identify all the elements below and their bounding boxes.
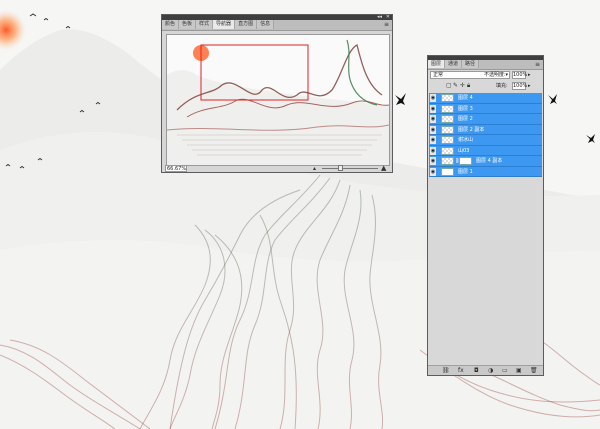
tab-layers[interactable]: 图层 bbox=[428, 60, 446, 68]
visibility-eye-icon[interactable]: ◉ bbox=[430, 104, 436, 113]
link-icon[interactable]: ⛓ bbox=[442, 366, 450, 375]
layers-tab-bar: 图层 通道 路径 ≡ bbox=[428, 60, 543, 70]
navigator-tab-bar: 颜色 色板 样式 导航器 直方图 信息 ≡ bbox=[162, 20, 392, 31]
layer-row[interactable]: ◉ 谢冰山 bbox=[429, 135, 542, 146]
tab-paths[interactable]: 路径 bbox=[462, 60, 480, 68]
layer-name: 图层 2 副本 bbox=[458, 126, 485, 133]
lock-position-icon[interactable]: ✛ bbox=[460, 81, 465, 91]
navigator-panel: ◂◂ ✕ 颜色 色板 样式 导航器 直方图 信息 ≡ 66.67% ▴ ▲ bbox=[161, 14, 393, 173]
lock-all-icon[interactable]: 🔒︎ bbox=[467, 81, 470, 91]
layer-mask-thumbnail[interactable] bbox=[459, 157, 472, 165]
layer-thumbnail bbox=[441, 104, 454, 113]
layer-name: 图层 4 bbox=[458, 95, 473, 101]
layer-thumbnail bbox=[441, 146, 454, 155]
layers-panel: 图层 通道 路径 ≡ 正常 ▾ 不透明度: 100% ▸ ▢ ✎ ✛ 🔒︎ 填充: … bbox=[427, 55, 544, 376]
zoom-slider-track[interactable] bbox=[322, 168, 378, 169]
layer-thumbnail bbox=[441, 136, 454, 144]
lock-fill-row: ▢ ✎ ✛ 🔒︎ 填充: 100% ▸ bbox=[428, 81, 543, 91]
layer-thumbnail bbox=[441, 157, 454, 165]
tab-info[interactable]: 信息 bbox=[257, 20, 275, 29]
lock-pixels-icon[interactable]: ✎ bbox=[453, 81, 458, 91]
fill-input[interactable]: 100% bbox=[512, 82, 527, 90]
layer-row[interactable]: ◉ 图层 2 bbox=[429, 114, 542, 125]
tab-styles[interactable]: 样式 bbox=[196, 20, 214, 29]
visibility-eye-icon[interactable]: ◉ bbox=[430, 94, 436, 102]
adjustment-icon[interactable]: ◑ bbox=[488, 366, 493, 375]
group-icon[interactable]: ▭ bbox=[502, 366, 508, 375]
layer-name: 图层 1 bbox=[458, 168, 473, 175]
zoom-percentage-input[interactable]: 66.67% bbox=[165, 165, 187, 172]
layers-footer-toolbar: ⛓ fx ◘ ◑ ▭ ▣ 🗑︎ bbox=[428, 365, 543, 375]
layer-name: 山03 bbox=[458, 147, 470, 154]
tab-channels[interactable]: 通道 bbox=[445, 60, 463, 68]
visibility-eye-icon[interactable]: ◉ bbox=[430, 136, 436, 144]
mask-icon[interactable]: ◘ bbox=[474, 366, 479, 375]
fill-label: 填充: bbox=[496, 83, 508, 89]
layer-row[interactable]: ◉ 图层 1 bbox=[429, 166, 542, 177]
tab-histogram[interactable]: 直方图 bbox=[235, 20, 258, 29]
layer-thumbnail bbox=[441, 115, 454, 123]
opacity-input[interactable]: 100% bbox=[512, 71, 527, 79]
layer-name: 图层 3 bbox=[458, 105, 473, 112]
fill-arrow-icon[interactable]: ▸ bbox=[528, 82, 531, 90]
visibility-eye-icon[interactable]: ◉ bbox=[430, 157, 436, 165]
small-mountain-icon[interactable]: ▴ bbox=[313, 165, 316, 172]
layer-row[interactable]: ◉ ⛓ 图层 4 副本 bbox=[429, 156, 542, 167]
trash-icon[interactable]: 🗑︎ bbox=[530, 366, 538, 375]
new-layer-icon[interactable]: ▣ bbox=[516, 366, 522, 375]
layer-name: 谢冰山 bbox=[458, 137, 474, 143]
visibility-eye-icon[interactable]: ◉ bbox=[430, 125, 436, 134]
tab-color[interactable]: 颜色 bbox=[162, 20, 180, 29]
navigator-footer: 66.67% ▴ ▲ bbox=[162, 164, 392, 173]
layer-name: 图层 4 副本 bbox=[476, 158, 503, 164]
panel-menu-icon[interactable]: ≡ bbox=[384, 21, 389, 29]
layer-list: ◉ 图层 4 ◉ 图层 3 ◉ 图层 2 ◉ 图层 2 副本 ◉ 谢冰山 ◉ 山… bbox=[429, 93, 542, 177]
navigator-preview[interactable] bbox=[166, 34, 390, 166]
layer-row[interactable]: ◉ 图层 2 副本 bbox=[429, 124, 542, 135]
visibility-eye-icon[interactable]: ◉ bbox=[430, 146, 436, 155]
tab-navigator[interactable]: 导航器 bbox=[213, 20, 236, 29]
layer-row[interactable]: ◉ 图层 3 bbox=[429, 103, 542, 114]
layer-row[interactable]: ◉ 山03 bbox=[429, 145, 542, 156]
visibility-eye-icon[interactable]: ◉ bbox=[430, 115, 436, 123]
lock-transparency-icon[interactable]: ▢ bbox=[446, 81, 452, 91]
layer-thumbnail bbox=[441, 125, 454, 134]
layer-thumbnail bbox=[441, 94, 454, 102]
tab-swatches[interactable]: 色板 bbox=[179, 20, 197, 29]
opacity-arrow-icon[interactable]: ▸ bbox=[528, 71, 531, 79]
zoom-slider-handle[interactable] bbox=[338, 165, 343, 171]
panel-menu-icon[interactable]: ≡ bbox=[535, 61, 540, 68]
large-mountain-icon[interactable]: ▲ bbox=[381, 164, 386, 172]
fx-icon[interactable]: fx bbox=[458, 366, 464, 375]
blend-opacity-row: 正常 ▾ 不透明度: 100% ▸ bbox=[428, 70, 543, 80]
blend-mode-value: 正常 bbox=[433, 72, 444, 78]
layer-name: 图层 2 bbox=[458, 116, 473, 122]
layer-thumbnail bbox=[441, 167, 454, 176]
navigator-thumbnail bbox=[167, 35, 389, 165]
layer-row[interactable]: ◉ 图层 4 bbox=[429, 93, 542, 104]
visibility-eye-icon[interactable]: ◉ bbox=[430, 167, 436, 176]
opacity-label: 不透明度: bbox=[484, 72, 506, 78]
